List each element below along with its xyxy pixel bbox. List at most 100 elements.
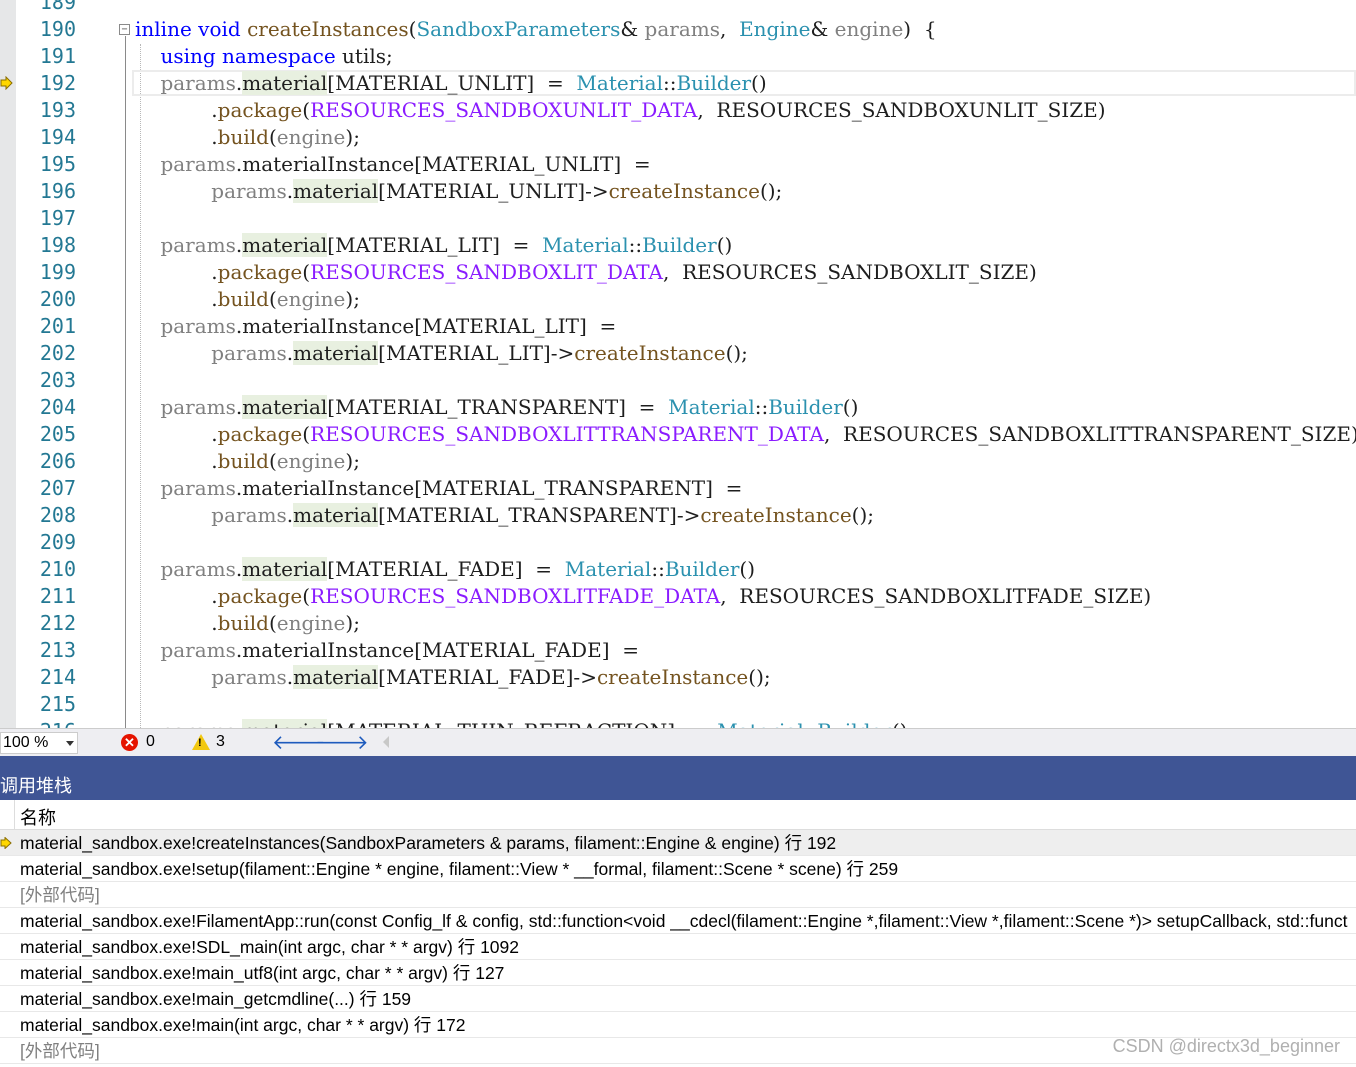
- warning-count[interactable]: 3: [216, 733, 225, 751]
- code-lines[interactable]: inline void createInstances (SandboxParam…: [135, 0, 1356, 728]
- column-header[interactable]: 名称: [0, 800, 1356, 830]
- line-number: 195: [39, 152, 76, 176]
- punct: ,: [720, 17, 740, 41]
- line-number: 212: [39, 611, 76, 635]
- stack-frame-row[interactable]: [外部代码]: [0, 882, 1356, 908]
- chevron-down-icon: [66, 741, 74, 746]
- stack-frame-text: material_sandbox.exe!SDL_main(int argc, …: [20, 937, 519, 957]
- function-name: build: [217, 125, 269, 149]
- scroll-left-icon[interactable]: [383, 736, 389, 748]
- member: material: [242, 557, 328, 581]
- identifier: params: [160, 395, 236, 419]
- stack-frame-row[interactable]: material_sandbox.exe!main(int argc, char…: [0, 1012, 1356, 1038]
- identifier: params: [211, 665, 287, 689]
- code-text: RESOURCES_SANDBOXLITTRANSPARENT_SIZE): [843, 422, 1356, 446]
- zoom-value: 100 %: [3, 734, 49, 751]
- error-icon[interactable]: ✕: [121, 734, 138, 751]
- type-name: Engine: [739, 17, 811, 41]
- code-text: [MATERIAL_FADE]->: [378, 665, 597, 689]
- stack-frame-text: material_sandbox.exe!FilamentApp::run(co…: [20, 911, 1348, 931]
- identifier: params: [211, 341, 287, 365]
- line-number: 200: [39, 287, 76, 311]
- navigate-forward-icon[interactable]: 🡒: [315, 730, 369, 755]
- function-name: build: [217, 287, 269, 311]
- punct: );: [345, 287, 360, 311]
- type-name: Builder: [817, 719, 892, 728]
- stack-frame-text: material_sandbox.exe!createInstances(San…: [20, 833, 837, 853]
- execution-pointer-icon: [0, 76, 13, 90]
- code-text: [MATERIAL_UNLIT]->: [378, 179, 609, 203]
- type-name: Material: [668, 395, 755, 419]
- stack-frame-text: [外部代码]: [20, 1041, 100, 1061]
- column-divider: [14, 800, 15, 829]
- stack-frame-row[interactable]: material_sandbox.exe!FilamentApp::run(co…: [0, 908, 1356, 934]
- macro: RESOURCES_SANDBOXUNLIT_DATA: [310, 98, 698, 122]
- code-line: .build(engine);: [135, 286, 1356, 313]
- code-text: RESOURCES_SANDBOXLIT_SIZE): [682, 260, 1037, 284]
- code-line: .package(RESOURCES_SANDBOXUNLIT_DATA, RE…: [135, 97, 1356, 124]
- macro: RESOURCES_SANDBOXLITFADE_DATA: [310, 584, 721, 608]
- parameter: params: [644, 17, 720, 41]
- code-line: using namespace utils;: [135, 43, 1356, 70]
- stack-frame-row[interactable]: material_sandbox.exe!setup(filament::Eng…: [0, 856, 1356, 882]
- punct: &: [810, 17, 835, 41]
- code-text: [MATERIAL_THIN_REFRACTION] =: [327, 719, 717, 728]
- punct: &: [620, 17, 645, 41]
- breakpoint-gutter[interactable]: [0, 0, 16, 728]
- line-number: 211: [39, 584, 76, 608]
- punct: (: [302, 584, 311, 608]
- fold-region-line: [125, 36, 126, 728]
- code-text: [MATERIAL_LIT] =: [414, 314, 617, 338]
- punct: ,: [720, 584, 740, 608]
- code-text: [MATERIAL_LIT] =: [327, 233, 543, 257]
- call-stack-panel-header[interactable]: 调用堆栈: [0, 756, 1356, 800]
- punct: (: [268, 449, 277, 473]
- line-number: 209: [39, 530, 76, 554]
- punct: );: [345, 449, 360, 473]
- punct: (: [268, 611, 277, 635]
- code-line: .package(RESOURCES_SANDBOXLIT_DATA, RESO…: [135, 259, 1356, 286]
- line-number: 214: [39, 665, 76, 689]
- type-name: SandboxParameters: [416, 17, 621, 41]
- line-number: 204: [39, 395, 76, 419]
- member: material: [293, 665, 379, 689]
- stack-frame-row[interactable]: material_sandbox.exe!createInstances(San…: [0, 830, 1356, 856]
- column-header-name[interactable]: 名称: [20, 804, 56, 830]
- identifier: params: [160, 476, 236, 500]
- line-number: 207: [39, 476, 76, 500]
- code-line: params.material[MATERIAL_THIN_REFRACTION…: [135, 718, 1356, 728]
- punct: (: [302, 260, 311, 284]
- code-editor[interactable]: 189 190 191 192 193 194 195 196 197 198 …: [0, 0, 1356, 728]
- type-name: Builder: [676, 71, 752, 95]
- keyword: void: [198, 17, 241, 41]
- punct: );: [345, 611, 360, 635]
- stack-frame-row[interactable]: material_sandbox.exe!SDL_main(int argc, …: [0, 934, 1356, 960]
- stack-frame-text: material_sandbox.exe!main_utf8(int argc,…: [20, 963, 505, 983]
- member: material: [242, 71, 328, 95]
- type-name: Material: [717, 719, 804, 728]
- stack-frame-row[interactable]: material_sandbox.exe!main_utf8(int argc,…: [0, 960, 1356, 986]
- warning-mark: !: [198, 737, 202, 749]
- collapse-toggle-icon[interactable]: −: [119, 24, 130, 35]
- member: materialInstance: [242, 476, 415, 500]
- code-text: [MATERIAL_LIT]->: [378, 341, 575, 365]
- line-number: 208: [39, 503, 76, 527]
- code-text: RESOURCES_SANDBOXLITFADE_SIZE): [739, 584, 1152, 608]
- zoom-dropdown[interactable]: 100 %: [0, 732, 78, 754]
- stack-frame-row[interactable]: material_sandbox.exe!main_getcmdline(...…: [0, 986, 1356, 1012]
- line-number: 197: [39, 206, 76, 230]
- punct: (: [268, 125, 277, 149]
- code-line: params.materialInstance[MATERIAL_UNLIT] …: [135, 151, 1356, 178]
- code-line: params.materialInstance[MATERIAL_FADE] =: [135, 637, 1356, 664]
- stack-frame-text: [外部代码]: [20, 885, 100, 905]
- code-text: [MATERIAL_TRANSPARENT] =: [327, 395, 669, 419]
- punct: ) {: [903, 17, 937, 41]
- code-line: params.material[MATERIAL_TRANSPARENT] = …: [135, 394, 1356, 421]
- panel-title: 调用堆栈: [0, 776, 72, 796]
- call-stack-list[interactable]: material_sandbox.exe!createInstances(San…: [0, 830, 1356, 1064]
- error-count[interactable]: 0: [146, 733, 155, 751]
- line-number: 191: [39, 44, 76, 68]
